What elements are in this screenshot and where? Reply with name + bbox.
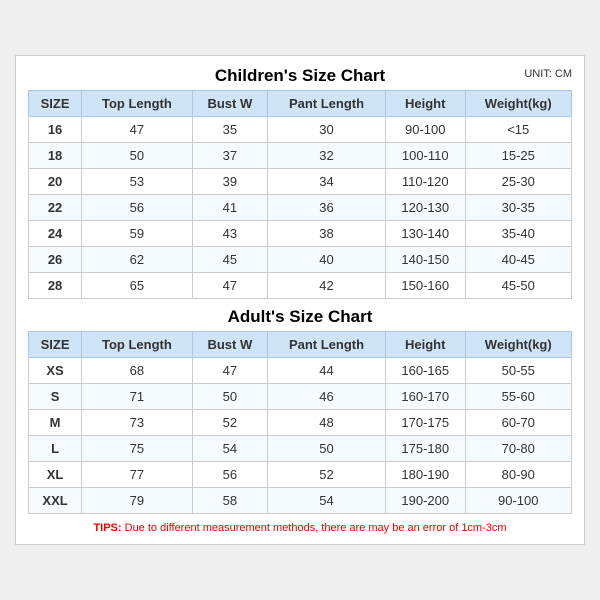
table-row: 22564136120-13030-35 (29, 195, 572, 221)
tips-row: TIPS: Due to different measurement metho… (28, 522, 572, 534)
adults-col-bust-w: Bust W (192, 332, 267, 358)
tips-text: Due to different measurement methods, th… (125, 522, 507, 534)
table-row: L755450175-18070-80 (29, 436, 572, 462)
children-table: SIZE Top Length Bust W Pant Length Heigh… (28, 90, 572, 299)
table-row: 20533934110-12025-30 (29, 169, 572, 195)
adults-col-pant-length: Pant Length (268, 332, 386, 358)
children-col-bust-w: Bust W (192, 91, 267, 117)
table-row: XXL795854190-20090-100 (29, 488, 572, 514)
table-row: M735248170-17560-70 (29, 410, 572, 436)
children-title: Children's Size Chart (215, 66, 385, 86)
adults-col-top-length: Top Length (82, 332, 192, 358)
adults-title: Adult's Size Chart (228, 307, 373, 327)
adults-header-row: SIZE Top Length Bust W Pant Length Heigh… (29, 332, 572, 358)
children-col-weight: Weight(kg) (465, 91, 572, 117)
children-col-top-length: Top Length (82, 91, 192, 117)
children-col-height: Height (385, 91, 465, 117)
adults-col-height: Height (385, 332, 465, 358)
table-row: 1647353090-100<15 (29, 117, 572, 143)
children-col-size: SIZE (29, 91, 82, 117)
children-header-row: SIZE Top Length Bust W Pant Length Heigh… (29, 91, 572, 117)
tips-label: TIPS: (93, 522, 121, 534)
children-title-row: Children's Size Chart UNIT: CM (28, 66, 572, 86)
adults-title-row: Adult's Size Chart (28, 307, 572, 327)
table-row: 26624540140-15040-45 (29, 247, 572, 273)
children-col-pant-length: Pant Length (268, 91, 386, 117)
table-row: 28654742150-16045-50 (29, 273, 572, 299)
adults-col-weight: Weight(kg) (465, 332, 572, 358)
table-row: XL775652180-19080-90 (29, 462, 572, 488)
adults-col-size: SIZE (29, 332, 82, 358)
adults-table: SIZE Top Length Bust W Pant Length Heigh… (28, 331, 572, 514)
table-row: XS684744160-16550-55 (29, 358, 572, 384)
table-row: 18503732100-11015-25 (29, 143, 572, 169)
size-chart-container: Children's Size Chart UNIT: CM SIZE Top … (15, 55, 585, 545)
unit-label: UNIT: CM (524, 68, 572, 80)
table-row: S715046160-17055-60 (29, 384, 572, 410)
table-row: 24594338130-14035-40 (29, 221, 572, 247)
